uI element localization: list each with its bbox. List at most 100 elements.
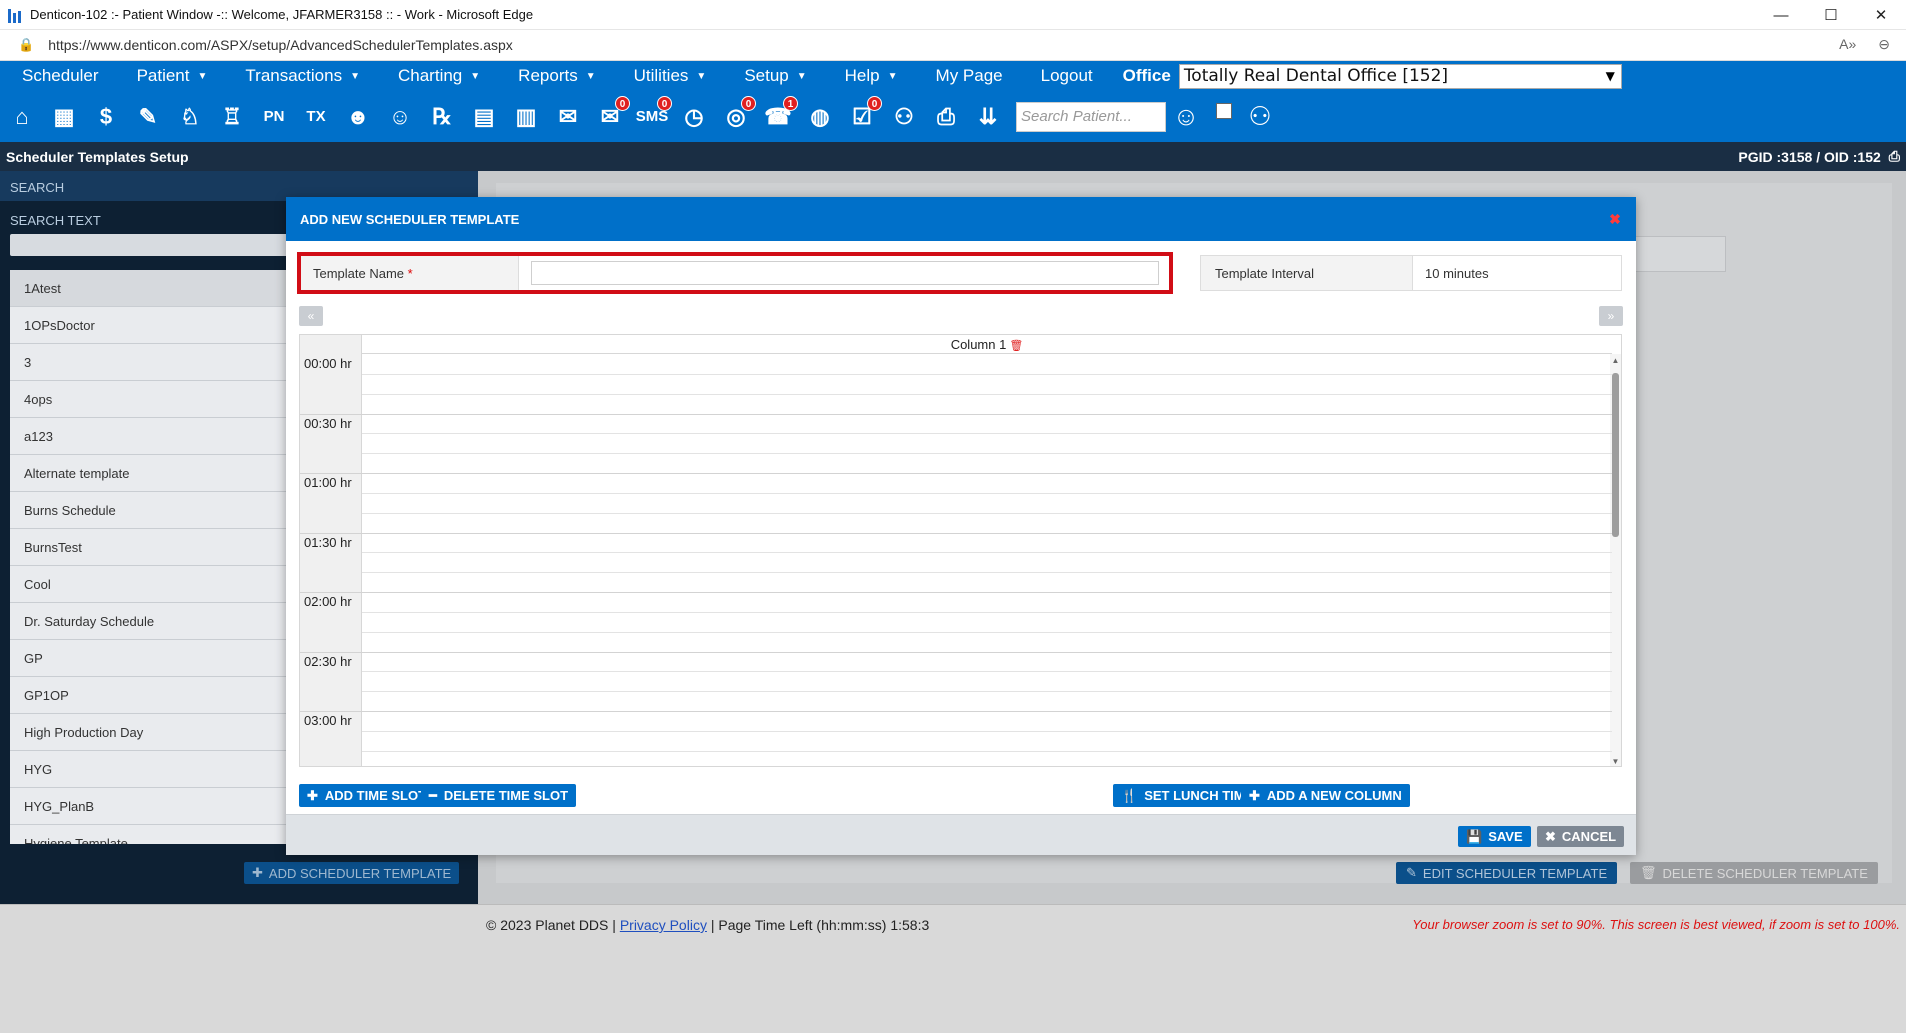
next-column-button[interactable]: » [1599,306,1623,326]
toolbar-checkbox[interactable] [1216,102,1232,119]
patient-search-button-icon[interactable]: ☺ [1166,98,1206,136]
expand-icon[interactable]: ⇊ [970,98,1006,136]
time-slot-row[interactable] [362,612,1612,613]
maximize-button[interactable]: ☐ [1806,0,1856,30]
time-slot-row[interactable] [362,394,1612,395]
dollar-icon[interactable]: $ [88,98,124,136]
nav-item-logout[interactable]: Logout [1019,66,1109,86]
web-icon[interactable]: ◍ [802,98,838,136]
template-interval-value[interactable]: 10 minutes [1413,256,1501,290]
zoom-icon[interactable]: ⊖ [1878,36,1890,53]
nav-item-utilities[interactable]: Utilities ▼ [612,66,723,86]
url-text[interactable]: https://www.denticon.com/ASPX/setup/Adva… [48,37,513,53]
tooth-icon[interactable]: ♘ [172,98,208,136]
email-icon[interactable]: ✉ [550,98,586,136]
time-slot-row[interactable] [300,592,1612,593]
edit-scheduler-template-button[interactable]: ✎ EDIT SCHEDULER TEMPLATE [1396,862,1618,884]
grid-scrollbar[interactable]: ▲ ▼ [1610,354,1621,766]
time-slot-row[interactable] [362,632,1612,633]
read-aloud-icon[interactable]: A» [1839,36,1856,53]
template-name-field-group: Template Name * [297,252,1173,294]
close-window-button[interactable]: ✕ [1856,0,1906,30]
delete-scheduler-template-button[interactable]: 🗑 DELETE SCHEDULER TEMPLATE [1630,862,1878,884]
sms-icon[interactable]: SMS 0 [634,95,672,136]
time-label: 02:00 hr [304,594,352,609]
set-lunch-time-button[interactable]: 🍴 SET LUNCH TIME [1113,784,1262,807]
modal-title: ADD NEW SCHEDULER TEMPLATE [300,211,520,227]
delete-column-icon[interactable]: 🗑 [1009,340,1023,352]
time-slot-row[interactable] [362,493,1612,494]
calendar-icon[interactable]: ▦ [46,98,82,136]
nav-item-scheduler[interactable]: Scheduler [0,66,115,86]
time-slot-row[interactable] [300,533,1612,534]
chat-icon[interactable]: ✉ 0 [592,95,630,136]
main-nav: Scheduler Patient ▼ Transactions ▼ Charting ▼ R… [0,61,1906,91]
lock-icon[interactable]: 🔒 [18,37,34,53]
add-template-modal: ADD NEW SCHEDULER TEMPLATE ✖ Template Na… [286,197,1636,855]
caret-down-icon: ▼ [350,70,360,82]
family-icon[interactable]: ⚇ [886,98,922,136]
home-icon[interactable]: ⌂ [4,98,40,136]
save-button[interactable]: 💾 SAVE [1458,826,1531,847]
template-interval-label: Template Interval [1201,256,1413,290]
rx-icon[interactable]: ℞ [424,98,460,136]
patient-search-icon[interactable]: ☺ [382,98,418,136]
search-patient-input[interactable]: Search Patient... [1016,101,1166,132]
nav-item-help[interactable]: Help ▼ [823,66,914,86]
scrollbar-thumb[interactable] [1612,373,1619,537]
edit-notes-icon[interactable]: ✎ [130,98,166,136]
prev-column-button[interactable]: « [299,306,323,326]
tx-icon[interactable]: TX [298,98,334,136]
check-doc-icon[interactable]: ☑ 0 [844,95,882,136]
add-time-slot-button[interactable]: ✚ ADD TIME SLOT [299,784,435,807]
nav-item-reports[interactable]: Reports ▼ [496,66,611,86]
time-slot-row[interactable] [362,513,1612,514]
copyright-text: © 2023 Planet DDS | [486,917,616,933]
time-slot-row[interactable] [362,433,1612,434]
cancel-button[interactable]: ✖ CANCEL [1537,826,1625,847]
window-title: Denticon-102 :- Patient Window -:: Welco… [30,7,534,22]
time-slot-row[interactable] [362,731,1612,732]
time-label: 03:00 hr [304,713,352,728]
teeth-chart-icon[interactable]: ♖ [214,98,250,136]
add-new-column-button[interactable]: ✚ ADD A NEW COLUMN [1241,784,1410,807]
clock-icon[interactable]: ◷ [676,98,712,136]
group-search-icon[interactable]: ⚇ [1240,98,1280,136]
office-select[interactable]: Totally Real Dental Office [152] ▼ [1178,63,1622,89]
document-icon[interactable]: ▤ [466,98,502,136]
add-scheduler-template-button[interactable]: ✚ ADD SCHEDULER TEMPLATE [244,862,460,884]
printer-icon[interactable]: ⎙ [1889,148,1900,165]
minimize-button[interactable]: — [1756,0,1806,30]
nav-item-my-page[interactable]: My Page [914,66,1019,86]
modal-footer: 💾 SAVE ✖ CANCEL [286,814,1636,855]
privacy-policy-link[interactable]: Privacy Policy [620,917,707,933]
pn-icon[interactable]: PN [256,98,292,136]
time-slot-row[interactable] [362,572,1612,573]
add-patient-icon[interactable]: ☻ [340,98,376,136]
print-icon[interactable]: ⎙ [928,98,964,136]
nav-item-patient[interactable]: Patient ▼ [115,66,224,86]
address-bar: 🔒 https://www.denticon.com/ASPX/setup/Ad… [0,30,1906,61]
column-1-title: Column 1 [950,337,1007,352]
nav-item-setup[interactable]: Setup ▼ [722,66,822,86]
time-slot-row[interactable] [300,652,1612,653]
time-slot-row[interactable] [362,691,1612,692]
close-icon[interactable]: ✖ [1608,212,1622,226]
fax-icon[interactable]: ▥ [508,98,544,136]
nav-item-charting[interactable]: Charting ▼ [376,66,496,86]
page-title: Scheduler Templates Setup [6,148,189,165]
time-slot-row[interactable] [362,374,1612,375]
time-slot-row[interactable] [362,453,1612,454]
globe-users-icon[interactable]: ◎ 0 [718,95,756,136]
support-icon[interactable]: ☎ 1 [760,95,798,136]
time-slot-row[interactable] [300,711,1612,712]
nav-item-transactions[interactable]: Transactions ▼ [223,66,376,86]
time-slot-row[interactable] [362,552,1612,553]
delete-time-slot-button[interactable]: ━ DELETE TIME SLOT [421,784,577,807]
time-slot-row[interactable] [362,751,1612,752]
time-slot-row[interactable] [300,414,1612,415]
time-slot-row[interactable] [362,671,1612,672]
caret-down-icon: ▼ [887,70,898,82]
template-name-input[interactable] [531,261,1159,285]
time-slot-row[interactable] [300,473,1612,474]
